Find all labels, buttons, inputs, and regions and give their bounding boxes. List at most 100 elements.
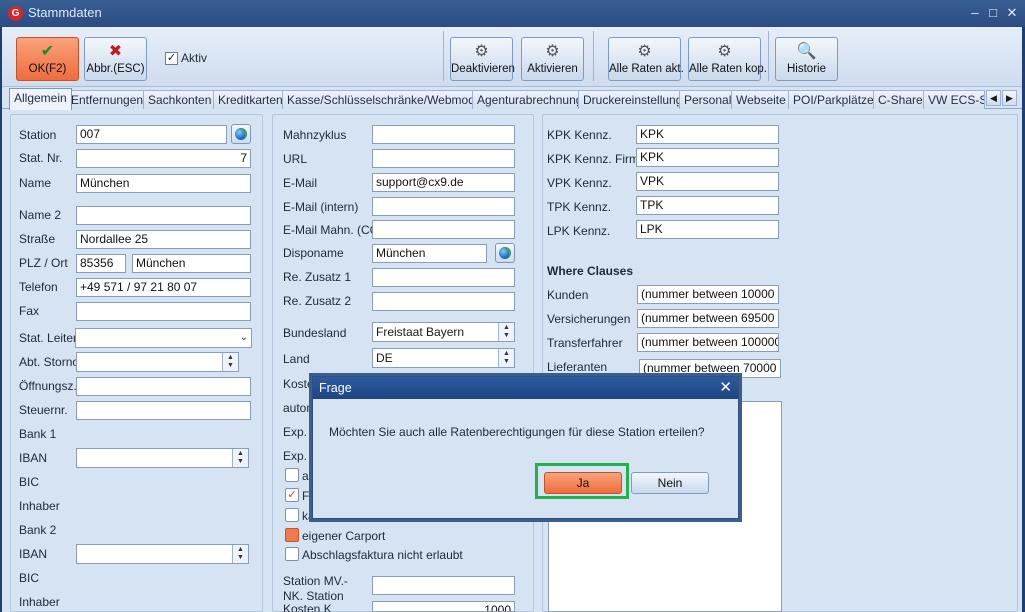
tab-scroll-right-icon[interactable]: ▶ bbox=[1002, 90, 1017, 106]
statnr-input[interactable]: 7 bbox=[76, 149, 251, 168]
vpk-label: VPK Kennz. bbox=[547, 176, 612, 190]
tab-strip: Allgemein Entfernungen Sachkonten Kredit… bbox=[2, 87, 1022, 110]
open-label: Öffnungsz. bbox=[19, 379, 77, 393]
zusatz1-input[interactable] bbox=[372, 268, 515, 287]
country-label: Land bbox=[283, 352, 310, 366]
bic1-label: BIC bbox=[19, 475, 40, 489]
close-icon[interactable]: ✕ bbox=[1003, 4, 1021, 22]
toolbar-separator bbox=[768, 31, 769, 81]
yes-button[interactable]: Ja bbox=[544, 472, 622, 494]
kunden-input[interactable]: (nummer between 10000 and bbox=[637, 285, 779, 304]
tpk-input[interactable]: TPK bbox=[636, 196, 779, 215]
tab-kreditkarten[interactable]: Kreditkarten bbox=[213, 90, 288, 109]
name2-input[interactable] bbox=[76, 206, 251, 225]
tab-scroll-left-icon[interactable]: ◀ bbox=[986, 90, 1001, 106]
name-input[interactable]: München bbox=[76, 174, 251, 193]
kosten-label: Kosten K bbox=[283, 602, 332, 612]
zusatz2-input[interactable] bbox=[372, 292, 515, 311]
where-clauses-title: Where Clauses bbox=[547, 264, 634, 278]
tab-kasse[interactable]: Kasse/Schlüsselschränke/Webmodul bbox=[282, 90, 490, 109]
vpk-input[interactable]: VPK bbox=[636, 172, 779, 191]
dialog-message: Möchten Sie auch alle Ratenberechtigunge… bbox=[329, 425, 705, 439]
history-button[interactable]: 🔍 Historie bbox=[775, 37, 838, 81]
mvnk-input[interactable] bbox=[372, 576, 515, 595]
tab-agenturabrechnung[interactable]: Agenturabrechnung bbox=[472, 90, 588, 109]
kpk-firm-input[interactable]: KPK bbox=[636, 148, 779, 167]
dialog-title: Frage bbox=[313, 377, 738, 399]
activate-button[interactable]: ⚙ Aktivieren bbox=[521, 37, 584, 81]
tax-input[interactable] bbox=[76, 401, 251, 420]
option-au-checkbox[interactable] bbox=[285, 468, 299, 482]
spin-icon[interactable]: ▲ ▼ bbox=[498, 349, 514, 367]
city-input[interactable]: München bbox=[132, 254, 251, 273]
cancel-button[interactable]: ✖ Abbr.(ESC) bbox=[84, 37, 147, 81]
email-intern-label: E-Mail (intern) bbox=[283, 200, 359, 214]
spin-icon[interactable]: ▲ ▼ bbox=[498, 323, 514, 341]
globe-icon[interactable] bbox=[231, 124, 251, 144]
lpk-input[interactable]: LPK bbox=[636, 220, 779, 239]
liefer-label: Lieferanten bbox=[547, 360, 608, 374]
all-rates-copy-button[interactable]: ⚙ Alle Raten kop. bbox=[688, 37, 767, 81]
ok-button[interactable]: ✔ OK(F2) bbox=[16, 37, 79, 81]
station-input[interactable]: 007 bbox=[76, 125, 227, 144]
fax-input[interactable] bbox=[76, 302, 251, 321]
spin-icon[interactable]: ▲ ▼ bbox=[222, 353, 238, 371]
maximize-icon[interactable]: □ bbox=[984, 4, 1002, 22]
spin-icon[interactable]: ▲ ▼ bbox=[232, 545, 248, 563]
email-input[interactable]: support@cx9.de bbox=[372, 173, 515, 192]
email-intern-input[interactable] bbox=[372, 197, 515, 216]
url-input[interactable] bbox=[372, 149, 515, 168]
name2-label: Name 2 bbox=[19, 208, 62, 222]
option-fa-checkbox[interactable]: ✓ bbox=[285, 488, 299, 502]
tab-poi[interactable]: POI/Parkplätze bbox=[788, 90, 879, 109]
no-button[interactable]: Nein bbox=[631, 472, 709, 494]
option-ka-checkbox[interactable] bbox=[285, 508, 299, 522]
iban1-dropdown[interactable]: ▲ ▼ bbox=[76, 448, 249, 468]
all-rates-activate-button[interactable]: ⚙ Alle Raten akt. bbox=[608, 37, 684, 81]
plz-input[interactable]: 85356 bbox=[76, 254, 126, 273]
leiter-dropdown[interactable]: ⌄ bbox=[75, 328, 252, 348]
abschlag-checkbox[interactable] bbox=[285, 547, 299, 561]
tab-allgemein[interactable]: Allgemein bbox=[9, 88, 72, 110]
transfer-input[interactable]: (nummer between 100000 an bbox=[637, 333, 779, 352]
phone-input[interactable]: +49 571 / 97 21 80 07 bbox=[76, 278, 251, 297]
main-window: ✔ OK(F2) ✖ Abbr.(ESC) ✓ Aktiv ⚙ Deaktivi… bbox=[2, 27, 1022, 612]
history-icon: 🔍 bbox=[796, 43, 817, 60]
minimize-icon[interactable]: – bbox=[966, 4, 984, 22]
aktiv-checkbox[interactable]: ✓ bbox=[165, 52, 178, 65]
toolbar-separator bbox=[593, 31, 594, 81]
bic2-label: BIC bbox=[19, 571, 40, 585]
kunden-label: Kunden bbox=[547, 288, 589, 302]
tab-vw-ecs[interactable]: VW ECS-St bbox=[923, 90, 985, 109]
toolbar-separator bbox=[443, 31, 444, 81]
tab-cshare[interactable]: C-Share bbox=[873, 90, 928, 109]
aktiv-label: Aktiv bbox=[181, 51, 208, 65]
email-mahn-input[interactable] bbox=[372, 220, 515, 239]
deactivate-button[interactable]: ⚙ Deaktivieren bbox=[450, 37, 515, 81]
kosten-input[interactable]: 1000 bbox=[372, 601, 515, 612]
zusatz2-label: Re. Zusatz 2 bbox=[283, 294, 352, 308]
iban2-dropdown[interactable]: ▲ ▼ bbox=[76, 544, 249, 564]
carport-checkbox[interactable] bbox=[285, 528, 299, 542]
tab-sachkonten[interactable]: Sachkonten bbox=[143, 90, 217, 109]
street-input[interactable]: Nordallee 25 bbox=[76, 230, 251, 249]
tab-entfernungen[interactable]: Entfernungen bbox=[66, 90, 149, 109]
storno-dropdown[interactable]: ▲ ▼ bbox=[76, 352, 239, 372]
gears-icon: ⚙ bbox=[717, 43, 732, 60]
dispo-input[interactable]: München bbox=[372, 244, 487, 263]
state-dropdown[interactable]: Freistaat Bayern ▲ ▼ bbox=[372, 322, 515, 342]
spin-icon[interactable]: ▲ ▼ bbox=[232, 449, 248, 467]
vers-input[interactable]: (nummer between 69500 and bbox=[637, 309, 779, 328]
tab-personal[interactable]: Personal bbox=[679, 90, 737, 109]
kpk-input[interactable]: KPK bbox=[636, 125, 779, 144]
tab-webseite[interactable]: Webseite bbox=[731, 90, 791, 109]
country-dropdown[interactable]: DE ▲ ▼ bbox=[372, 348, 515, 368]
globe-icon[interactable] bbox=[495, 243, 515, 263]
gears-icon: ⚙ bbox=[474, 43, 489, 60]
tab-druckereinstellung[interactable]: Druckereinstellung bbox=[578, 90, 688, 109]
bank2-label: Bank 2 bbox=[19, 523, 57, 537]
open-input[interactable] bbox=[76, 377, 251, 396]
app-logo-icon: G bbox=[8, 6, 23, 21]
close-icon[interactable]: ✕ bbox=[719, 379, 732, 397]
mahn-input[interactable] bbox=[372, 125, 515, 144]
